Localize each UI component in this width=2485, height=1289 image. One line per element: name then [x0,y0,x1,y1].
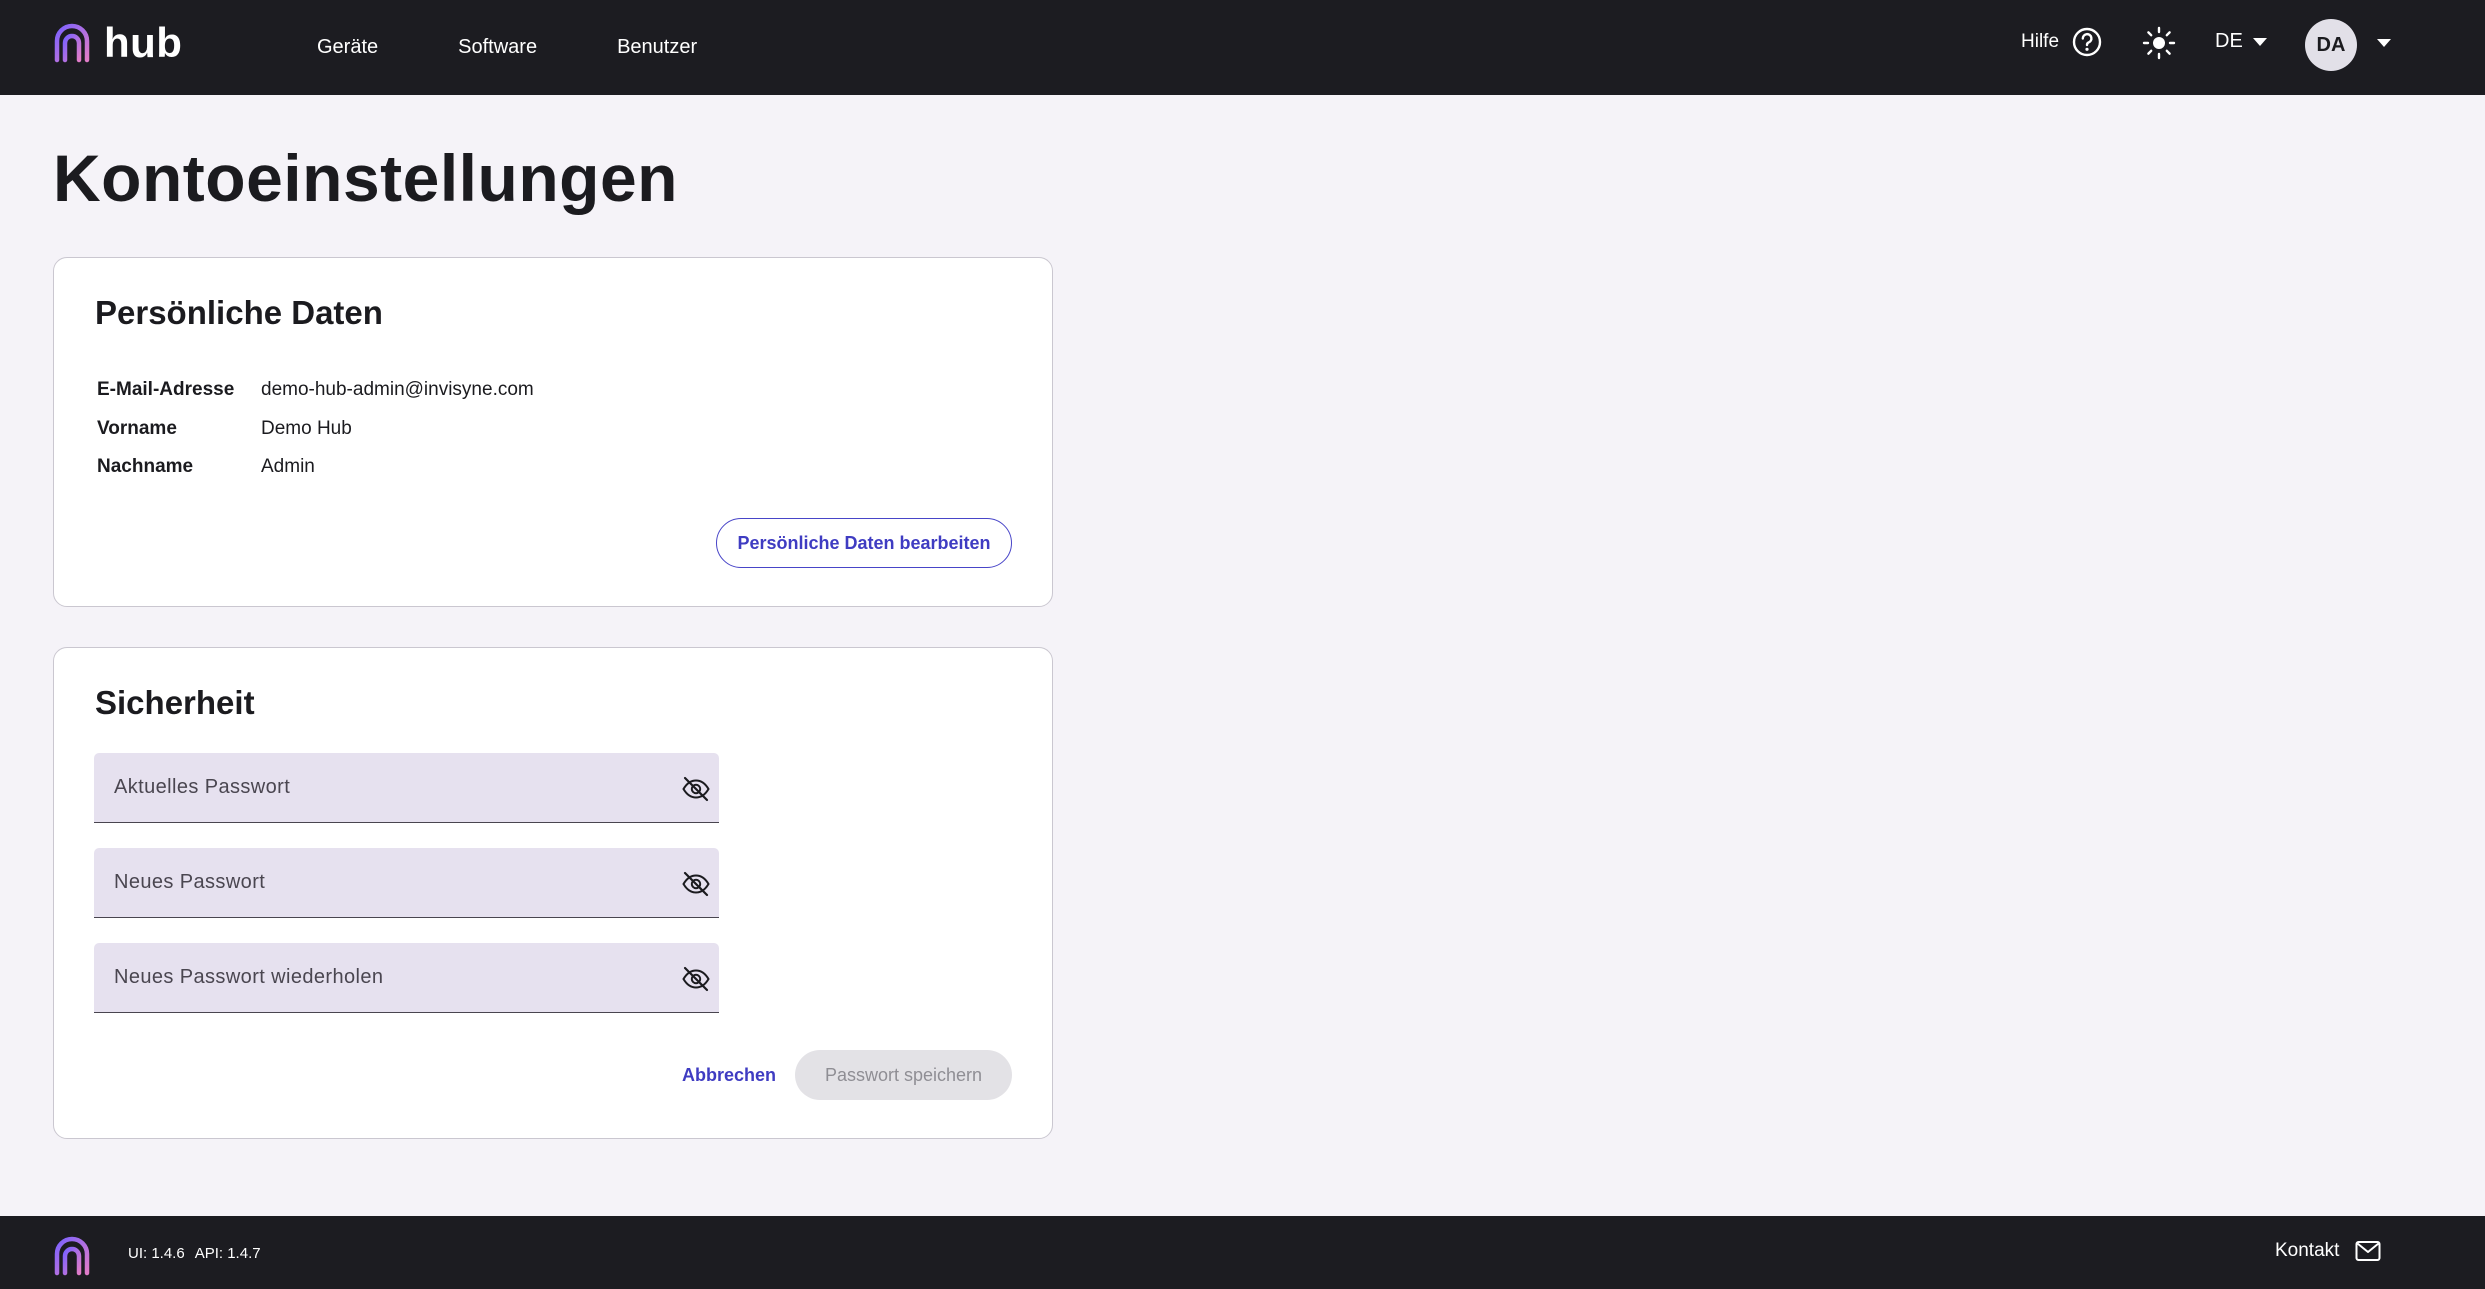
new-password-input[interactable] [94,848,719,917]
help-link[interactable]: Hilfe [2021,26,2103,58]
chevron-down-icon [2252,37,2267,46]
mail-icon [2355,1241,2381,1261]
info-label: Vorname [97,417,177,439]
user-avatar[interactable]: DA [2305,19,2357,71]
security-card: Sicherheit Abbrechen Passwort speichern [53,647,1053,1139]
eye-off-icon[interactable] [681,774,711,804]
info-value: Demo Hub [261,417,352,439]
info-row-first-name: Vorname Demo Hub [97,410,534,449]
language-selector[interactable]: DE [2215,30,2267,53]
footer: UI: 1.4.6 API: 1.4.7 Kontakt [0,1216,2485,1289]
personal-data-card: Persönliche Daten E-Mail-Adresse demo-hu… [53,257,1053,607]
eye-off-icon[interactable] [681,869,711,899]
repeat-password-input[interactable] [94,943,719,1012]
nav-item-software[interactable]: Software [458,36,537,59]
help-label: Hilfe [2021,31,2060,52]
current-password-input[interactable] [94,753,719,822]
info-row-last-name: Nachname Admin [97,448,534,487]
current-password-field [94,753,719,823]
eye-off-icon[interactable] [681,964,711,994]
hub-logo-icon [54,23,90,63]
info-value: Admin [261,456,315,478]
page-title: Kontoeinstellungen [53,141,678,215]
cancel-button[interactable]: Abbrechen [664,1050,794,1100]
info-label: Nachname [97,456,194,478]
version-info: UI: 1.4.6 API: 1.4.7 [128,1245,271,1262]
help-circle-icon [2072,27,2102,57]
personal-data-table: E-Mail-Adresse demo-hub-admin@invisyne.c… [97,371,534,487]
brand-home-link[interactable]: hub [52,22,182,64]
main-nav: Geräte Software Benutzer [317,0,777,95]
info-value: demo-hub-admin@invisyne.com [261,379,534,401]
info-row-email: E-Mail-Adresse demo-hub-admin@invisyne.c… [97,371,534,410]
contact-label: Kontakt [2275,1240,2340,1261]
security-title: Sicherheit [95,684,255,721]
sun-icon[interactable] [2142,26,2176,60]
language-label: DE [2215,30,2243,52]
repeat-password-field [94,943,719,1013]
personal-data-title: Persönliche Daten [95,294,383,331]
hub-logo-icon [54,1236,90,1276]
contact-link[interactable]: Kontakt [2275,1240,2381,1262]
info-label: E-Mail-Adresse [97,379,235,401]
save-password-button[interactable]: Passwort speichern [795,1050,1012,1100]
nav-item-devices[interactable]: Geräte [317,36,378,59]
user-menu-chevron-down-icon[interactable] [2377,39,2391,47]
new-password-field [94,848,719,918]
api-version: API: 1.4.7 [194,1245,261,1262]
edit-personal-data-button[interactable]: Persönliche Daten bearbeiten [716,518,1012,568]
ui-version: UI: 1.4.6 [128,1245,185,1262]
brand-text: hub [104,19,183,66]
nav-item-users[interactable]: Benutzer [617,36,697,59]
top-navigation-bar: hub Geräte Software Benutzer Hilfe DE DA [0,0,2485,95]
